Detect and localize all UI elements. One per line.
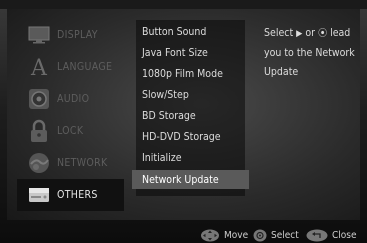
help-line-1: Select ▶ or ⦿ lead	[264, 24, 360, 44]
close-hint: Close	[306, 229, 357, 242]
help-text-or: or	[305, 27, 316, 39]
submenu-list: Button Sound Java Font Size 1080p Film M…	[132, 20, 249, 196]
return-icon	[306, 229, 328, 242]
category-language[interactable]: A LANGUAGE	[17, 51, 124, 83]
submenu-item-1080p-film-mode[interactable]: 1080p Film Mode	[136, 64, 245, 83]
category-list: DISPLAY A LANGUAGE AUDIO LOCK NETWORK OT…	[17, 19, 124, 211]
help-text: Select ▶ or ⦿ lead you to the Network Up…	[264, 24, 360, 82]
category-display[interactable]: DISPLAY	[17, 19, 124, 51]
lock-icon	[27, 119, 51, 143]
dpad-icon	[201, 229, 219, 242]
help-text-select: Select	[264, 27, 294, 39]
svg-text:A: A	[30, 56, 48, 78]
move-hint: Move	[200, 229, 248, 242]
select-hint: Select	[253, 229, 299, 242]
category-audio[interactable]: AUDIO	[17, 83, 124, 115]
right-arrow-icon: ▶	[296, 29, 303, 39]
select-label: Select	[271, 230, 299, 241]
language-icon: A	[27, 55, 51, 79]
others-icon	[27, 183, 51, 207]
category-label: NETWORK	[57, 157, 108, 169]
submenu-item-slow-step[interactable]: Slow/Step	[136, 85, 245, 104]
settings-screen: DISPLAY A LANGUAGE AUDIO LOCK NETWORK OT…	[0, 0, 367, 243]
top-bar	[0, 0, 367, 9]
submenu-item-bd-storage[interactable]: BD Storage	[136, 106, 245, 125]
category-label: LANGUAGE	[57, 61, 113, 73]
category-label: LOCK	[57, 125, 84, 137]
network-icon	[27, 151, 51, 175]
help-line-3: Update	[264, 66, 299, 78]
submenu-item-java-font-size[interactable]: Java Font Size	[136, 43, 245, 62]
audio-icon	[27, 87, 51, 111]
enter-button-icon: ⦿	[318, 29, 328, 39]
category-label: OTHERS	[57, 189, 98, 201]
display-icon	[27, 23, 51, 47]
help-line-2: you to the Network	[264, 47, 355, 59]
submenu-item-button-sound[interactable]: Button Sound	[136, 22, 245, 41]
category-label: DISPLAY	[57, 29, 98, 41]
help-text-lead: lead	[330, 27, 351, 39]
enter-icon	[253, 229, 267, 242]
category-others[interactable]: OTHERS	[17, 179, 124, 211]
submenu-item-hd-dvd-storage[interactable]: HD-DVD Storage	[136, 127, 245, 146]
category-lock[interactable]: LOCK	[17, 115, 124, 147]
category-label: AUDIO	[57, 93, 90, 105]
category-network[interactable]: NETWORK	[17, 147, 124, 179]
submenu-item-network-update[interactable]: Network Update	[132, 170, 249, 189]
footer-hints: Move Select Close	[0, 226, 367, 243]
move-label: Move	[224, 230, 249, 241]
close-label: Close	[332, 230, 357, 241]
submenu-item-initialize[interactable]: Initialize	[136, 148, 245, 167]
